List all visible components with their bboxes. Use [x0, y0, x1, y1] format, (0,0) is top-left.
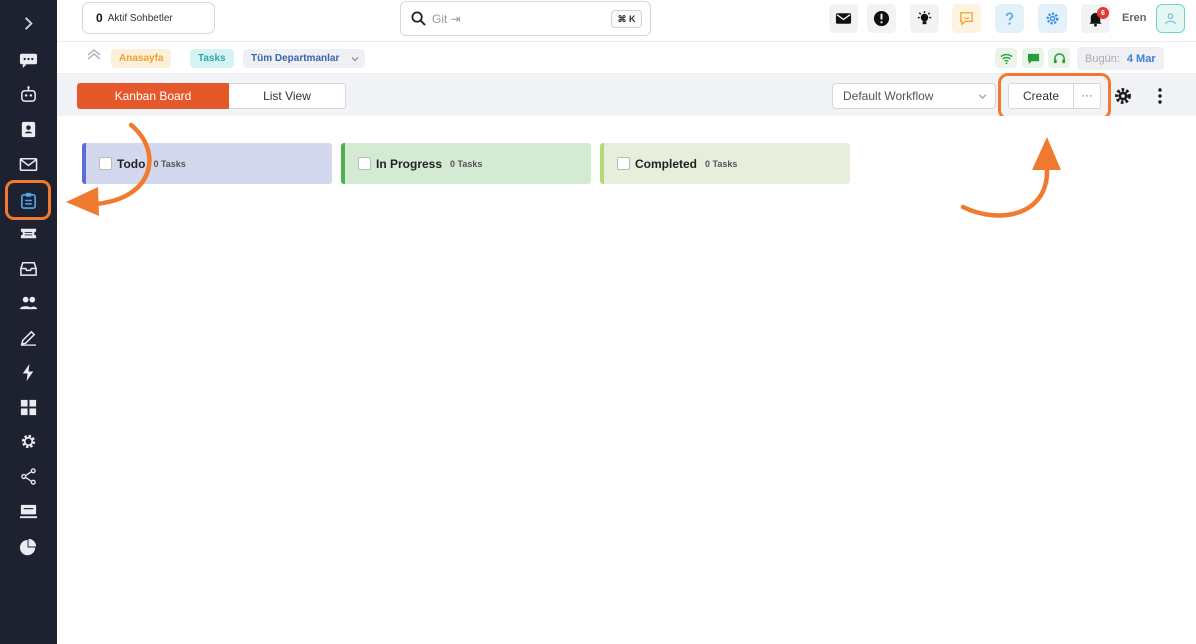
sidebar-item-channels[interactable]: [0, 494, 57, 528]
column-count: 0 Tasks: [705, 158, 738, 169]
kanban-board: [57, 116, 1196, 644]
breadcrumb-tasks[interactable]: Tasks: [190, 49, 234, 68]
today-value: 4 Mar: [1126, 52, 1156, 65]
top-bar: 0 Aktif Sohbetler Git ⇥ ⌘ K 6 Eren: [57, 0, 1196, 42]
robot-icon: [21, 85, 36, 102]
search-placeholder: Git ⇥: [432, 11, 461, 26]
department-select-label: Tüm Departmanlar: [251, 53, 340, 64]
gear-icon: [1046, 12, 1059, 25]
sidebar-item-mail[interactable]: [0, 147, 57, 181]
column-completed[interactable]: Completed 0 Tasks: [600, 143, 850, 184]
sidebar-item-inbox[interactable]: [0, 251, 57, 285]
column-title: Completed: [635, 156, 698, 171]
gear-icon: [21, 434, 36, 448]
active-chats-counter[interactable]: 0 Aktif Sohbetler: [82, 2, 215, 34]
question-icon: [1005, 12, 1014, 25]
breadcrumb: Anasayfa Tasks Tüm Departmanlar Bugün: 4…: [57, 42, 1196, 74]
today-label: Bugün:: [1085, 52, 1120, 65]
column-title: In Progress: [376, 156, 443, 171]
chevron-down-icon: [978, 94, 987, 99]
sms-status: [1022, 48, 1044, 68]
chevron-right-icon: [24, 16, 33, 30]
column-count: 0 Tasks: [450, 158, 483, 169]
grid-icon: [20, 399, 37, 415]
feedback-button[interactable]: [952, 4, 981, 33]
today-date: Bugün: 4 Mar: [1077, 47, 1164, 70]
department-select[interactable]: Tüm Departmanlar: [243, 49, 366, 68]
agent-status: [1048, 48, 1070, 68]
sms-icon: [1027, 53, 1039, 64]
exclamation-icon: [873, 10, 890, 27]
sidebar-item-chats[interactable]: [0, 42, 57, 76]
sidebar-expand-button[interactable]: [0, 6, 57, 40]
column-in-progress[interactable]: In Progress 0 Tasks: [341, 143, 591, 184]
sidebar-item-apps[interactable]: [0, 390, 57, 424]
mail-button[interactable]: [829, 4, 858, 33]
settings-button[interactable]: [1038, 4, 1067, 33]
board-settings-icon[interactable]: [1113, 86, 1133, 106]
chevron-up-icon[interactable]: [86, 47, 102, 63]
workflow-select-label: Default Workflow: [843, 89, 934, 103]
share-icon: [21, 467, 36, 485]
notifications-button[interactable]: 6: [1081, 4, 1110, 33]
user-avatar[interactable]: [1156, 4, 1185, 33]
lightning-icon: [22, 363, 34, 381]
lightbulb-icon: [917, 10, 932, 25]
search-shortcut: ⌘ K: [611, 10, 642, 28]
mail-icon: [19, 157, 38, 171]
more-vertical-icon[interactable]: [1150, 86, 1170, 106]
notification-badge: 6: [1097, 7, 1109, 19]
column-title: Todo: [117, 156, 146, 171]
wifi-icon: [999, 53, 1013, 64]
sidebar-item-reports[interactable]: [0, 529, 57, 563]
user-icon: [1165, 13, 1176, 25]
sidebar-item-contacts[interactable]: [0, 112, 57, 146]
column-count: 0 Tasks: [153, 158, 186, 169]
users-icon: [19, 296, 38, 309]
username: Eren: [1122, 12, 1147, 24]
column-checkbox[interactable]: [99, 157, 112, 170]
column-todo[interactable]: Todo 0 Tasks: [82, 143, 332, 184]
active-chats-count: 0: [96, 11, 103, 25]
breadcrumb-home[interactable]: Anasayfa: [111, 49, 172, 68]
sidebar-item-bots[interactable]: [0, 77, 57, 111]
column-checkbox[interactable]: [358, 157, 371, 170]
kanban-board-tab[interactable]: Kanban Board: [77, 83, 229, 109]
sidebar-item-settings[interactable]: [0, 424, 57, 458]
search-input[interactable]: Git ⇥ ⌘ K: [400, 1, 651, 36]
sidebar-item-tickets[interactable]: [0, 216, 57, 250]
search-icon: [411, 11, 426, 26]
column-checkbox[interactable]: [617, 157, 630, 170]
alerts-button[interactable]: [867, 4, 896, 33]
help-button[interactable]: [995, 4, 1024, 33]
clipboard-icon: [20, 192, 36, 209]
sidebar-item-automation[interactable]: [0, 355, 57, 389]
sidebar-item-team[interactable]: [0, 285, 57, 319]
chevron-down-icon: [351, 57, 359, 62]
sidebar: [0, 0, 57, 644]
headset-icon: [1053, 52, 1065, 63]
theme-toggle-button[interactable]: [910, 4, 939, 33]
inbox-icon: [20, 261, 37, 276]
ticket-icon: [20, 228, 37, 238]
pie-chart-icon: [19, 538, 37, 555]
sidebar-item-tasks[interactable]: [5, 180, 51, 220]
connection-status: [995, 48, 1017, 68]
list-view-tab[interactable]: List View: [229, 83, 346, 109]
pen-icon: [20, 330, 37, 346]
chat-smile-icon: [960, 12, 973, 26]
sidebar-item-notes[interactable]: [0, 320, 57, 354]
chat-bubbles-icon: [19, 53, 38, 68]
monitor-icon: [19, 504, 38, 518]
workflow-select[interactable]: Default Workflow: [832, 83, 996, 109]
mail-icon: [835, 13, 852, 24]
create-highlight: [998, 73, 1111, 120]
active-chats-label: Aktif Sohbetler: [107, 12, 173, 24]
sidebar-item-integrations[interactable]: [0, 459, 57, 493]
contact-book-icon: [21, 121, 36, 137]
